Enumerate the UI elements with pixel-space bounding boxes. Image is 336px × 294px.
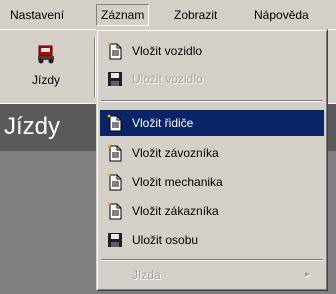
- menu-zaznam[interactable]: Záznam: [96, 4, 150, 26]
- menu-item-vlozit-ridice[interactable]: Vložit řidiče: [100, 110, 324, 136]
- menu-item-vlozit-zakaznika[interactable]: Vložit zákazníka: [100, 198, 324, 224]
- menu-item-vlozit-vozidlo[interactable]: Vložit vozidlo: [100, 38, 324, 64]
- menu-item-label: Vložit závozníka: [132, 146, 219, 160]
- new-document-icon: [106, 173, 124, 191]
- menu-item-jizda-submenu[interactable]: Jízda ▸: [100, 262, 324, 288]
- jizdy-toolbar-label: Jízdy: [31, 73, 60, 87]
- menu-nastaveni[interactable]: Nastavení: [6, 4, 68, 26]
- menu-zobrazit[interactable]: Zobrazit: [170, 4, 221, 26]
- menu-item-vlozit-zavoznika[interactable]: Vložit závozníka: [100, 140, 324, 166]
- menu-item-label: Vložit mechanika: [132, 175, 223, 189]
- jizdy-toolbar-button[interactable]: Jízdy: [6, 33, 86, 99]
- new-document-icon: [106, 114, 124, 132]
- menu-item-ulozit-osobu[interactable]: Uložit osobu: [100, 227, 324, 253]
- menu-item-label: Vložit zákazníka: [132, 204, 219, 218]
- section-title: Jízdy: [4, 113, 61, 140]
- menu-item-label: Uložit osobu: [132, 233, 199, 247]
- menu-item-label: Vložit vozidlo: [132, 44, 203, 58]
- menu-napoveda[interactable]: Nápověda: [250, 4, 313, 26]
- submenu-arrow-icon: ▸: [304, 269, 310, 280]
- menu-item-label: Vložit řidiče: [132, 116, 194, 130]
- menu-separator: [101, 259, 323, 261]
- floppy-disk-icon: [106, 231, 124, 249]
- new-document-icon: [106, 42, 124, 60]
- truck-icon: [36, 43, 56, 68]
- menu-separator: [101, 100, 323, 102]
- new-document-icon: [106, 144, 124, 162]
- menu-item-ulozit-vozidlo[interactable]: Uložit vozidlo: [100, 66, 324, 92]
- menu-item-label: Jízda: [132, 268, 161, 282]
- menu-item-label: Uložit vozidlo: [132, 72, 203, 86]
- new-document-icon: [106, 202, 124, 220]
- menu-bar: Nastavení Záznam Zobrazit Nápověda: [0, 0, 336, 30]
- floppy-disk-icon: [106, 70, 124, 88]
- zaznam-dropdown-menu: Vložit vozidlo Uložit vozidlo Vložit řid…: [96, 29, 328, 291]
- menu-item-vlozit-mechanika[interactable]: Vložit mechanika: [100, 169, 324, 195]
